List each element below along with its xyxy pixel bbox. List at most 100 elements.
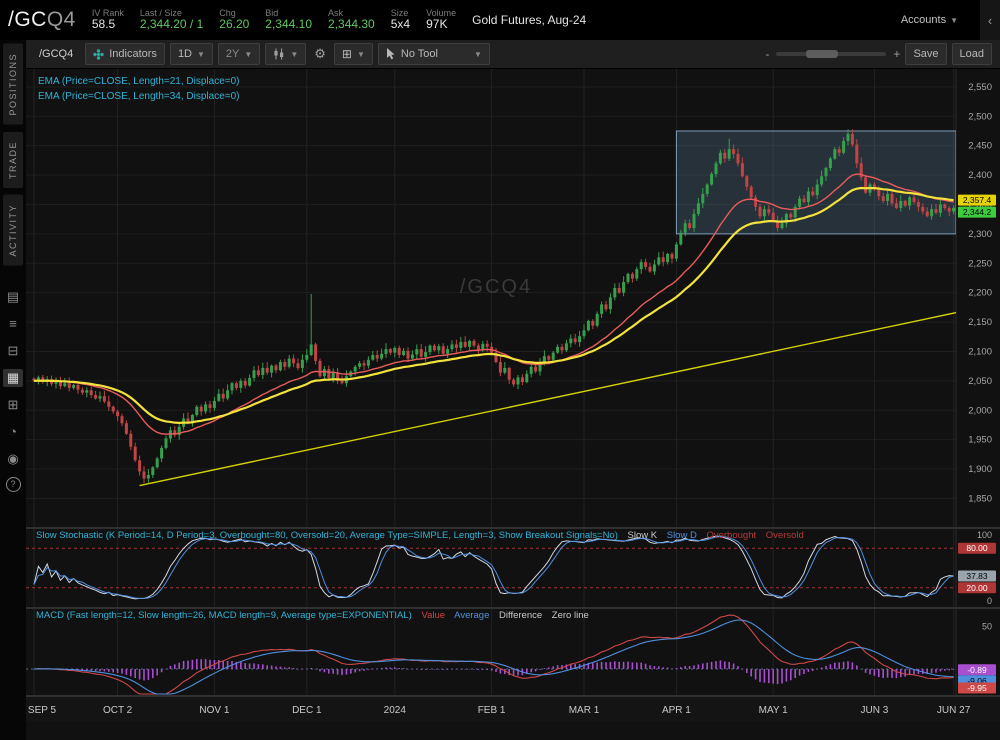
svg-text:50: 50 bbox=[982, 622, 992, 632]
sidebar-tab-activity[interactable]: ACTIVITY bbox=[3, 194, 23, 266]
volume-value: 97K bbox=[426, 17, 448, 32]
chart-icon[interactable]: ▦ bbox=[3, 369, 23, 388]
sidebar-tab-trade[interactable]: TRADE bbox=[3, 131, 23, 188]
svg-text:0: 0 bbox=[987, 596, 992, 606]
svg-text:2,400: 2,400 bbox=[968, 170, 992, 181]
chevron-down-icon: ▼ bbox=[197, 49, 205, 59]
help-icon[interactable]: ? bbox=[5, 477, 21, 493]
svg-text:2,150: 2,150 bbox=[968, 317, 992, 328]
clock-icon[interactable]: ◔ bbox=[3, 423, 23, 441]
chevron-down-icon: ▼ bbox=[244, 49, 253, 59]
chevron-down-icon: ▼ bbox=[950, 15, 958, 25]
chart-canvas[interactable]: 2,5502,5002,4502,4002,3502,3002,2502,200… bbox=[26, 69, 1000, 740]
svg-text:2,100: 2,100 bbox=[968, 346, 992, 357]
axis-badge: 2,357.4 bbox=[958, 194, 996, 206]
svg-text:2,000: 2,000 bbox=[968, 405, 992, 416]
svg-text:2,344.2: 2,344.2 bbox=[963, 207, 992, 217]
chart-type-dropdown[interactable]: ▼ bbox=[265, 43, 307, 65]
svg-text:SEP 5: SEP 5 bbox=[28, 705, 57, 716]
field-ask: Ask 2,344.30 bbox=[328, 8, 375, 32]
range-value: 2Y bbox=[225, 48, 240, 60]
sidebar-icons: ▤ ≡ ⊟ ▦ ⊞ ◔ ◉ ? bbox=[3, 288, 23, 493]
svg-text:1,950: 1,950 bbox=[968, 435, 992, 446]
svg-text:MAY 1: MAY 1 bbox=[759, 705, 789, 716]
monitor-icon[interactable]: ▤ bbox=[3, 288, 23, 306]
trading-app-window: /GCQ4 IV Rank 58.5 Last / Size 2,344.20 … bbox=[0, 0, 1000, 740]
svg-text:MAR 1: MAR 1 bbox=[569, 705, 600, 716]
load-label: Load bbox=[959, 48, 984, 60]
chart-toolbar: /GCQ4 Indicators 1D ▼ 2Y ▼ ▼ ⚙ ⊞ ▼ No To… bbox=[26, 40, 1000, 69]
zoom-control: - + bbox=[765, 47, 900, 61]
save-button[interactable]: Save bbox=[905, 43, 947, 65]
iv-rank-value: 58.5 bbox=[91, 17, 116, 32]
svg-text:2,357.4: 2,357.4 bbox=[963, 195, 992, 205]
svg-text:JUN 27: JUN 27 bbox=[937, 705, 971, 716]
svg-text:2,200: 2,200 bbox=[968, 288, 992, 299]
trade-tab-label: TRADE bbox=[8, 140, 18, 179]
time-axis: SEP 5 OCT 2 NOV 1 DEC 1 2024 FEB 1 MAR 1 APR 1 M… bbox=[26, 697, 1000, 721]
svg-text:2,250: 2,250 bbox=[968, 258, 992, 269]
field-bid: Bid 2,344.10 bbox=[265, 8, 312, 32]
svg-text:/GCQ4: /GCQ4 bbox=[460, 276, 532, 298]
svg-text:1,900: 1,900 bbox=[968, 464, 992, 475]
chart-symbol-tab[interactable]: /GCQ4 bbox=[32, 48, 80, 60]
svg-text:20.00: 20.00 bbox=[966, 583, 988, 593]
svg-text:37.83: 37.83 bbox=[966, 571, 988, 581]
range-dropdown[interactable]: 2Y ▼ bbox=[217, 43, 261, 65]
last-size-value: 2,344.20 / 1 bbox=[139, 17, 204, 32]
svg-text:100: 100 bbox=[977, 530, 992, 540]
svg-text:APR 1: APR 1 bbox=[662, 705, 691, 716]
timeframe-dropdown[interactable]: 1D ▼ bbox=[169, 43, 213, 65]
load-button[interactable]: Load bbox=[951, 43, 992, 65]
gear-icon[interactable]: ⚙ bbox=[311, 46, 329, 62]
symbol-root: /GC bbox=[8, 8, 47, 31]
indicators-button[interactable]: Indicators bbox=[85, 43, 165, 65]
candlestick-icon bbox=[274, 48, 284, 60]
chg-value: 26.20 bbox=[219, 17, 250, 32]
svg-text:-0.89: -0.89 bbox=[967, 665, 987, 675]
save-label: Save bbox=[913, 48, 939, 60]
svg-text:2,500: 2,500 bbox=[968, 111, 992, 122]
axis-badge: 80.00 bbox=[958, 542, 996, 554]
accounts-dropdown[interactable]: Accounts ▼ bbox=[895, 14, 964, 26]
axis-badge: -0.89 bbox=[958, 664, 996, 676]
symbol-title: /GCQ4 bbox=[8, 8, 76, 32]
main-panel: /GCQ4 Indicators 1D ▼ 2Y ▼ ▼ ⚙ ⊞ ▼ No To… bbox=[26, 40, 1000, 740]
grid-icon[interactable]: ⊞ bbox=[3, 396, 23, 414]
watchlist-icon[interactable]: ≡ bbox=[3, 315, 23, 333]
collapse-panel-button[interactable]: ‹ bbox=[980, 0, 1000, 40]
drawing-tool-dropdown[interactable]: No Tool ▼ bbox=[377, 43, 490, 65]
field-iv-rank: IV Rank 58.5 bbox=[92, 8, 124, 32]
flower-icon bbox=[93, 48, 104, 60]
axis-badge: 37.83 bbox=[958, 570, 996, 582]
sidebar: POSITIONS TRADE ACTIVITY ▤ ≡ ⊟ ▦ ⊞ ◔ ◉ ? bbox=[0, 40, 26, 740]
positions-tab-label: POSITIONS bbox=[8, 53, 18, 116]
indicators-label: Indicators bbox=[109, 48, 157, 60]
chevron-down-icon: ▼ bbox=[290, 49, 299, 59]
svg-text:2,550: 2,550 bbox=[968, 82, 992, 93]
svg-text:80.00: 80.00 bbox=[966, 543, 988, 553]
svg-text:JUN 3: JUN 3 bbox=[861, 705, 889, 716]
chevron-left-icon: ‹ bbox=[987, 12, 993, 28]
accounts-label: Accounts bbox=[900, 14, 947, 26]
symbol-suffix: Q4 bbox=[46, 8, 76, 31]
field-chg: Chg 26.20 bbox=[219, 8, 249, 32]
community-icon[interactable]: ◉ bbox=[3, 450, 23, 468]
body-row: POSITIONS TRADE ACTIVITY ▤ ≡ ⊟ ▦ ⊞ ◔ ◉ ?… bbox=[0, 40, 1000, 740]
zoom-out-button[interactable]: - bbox=[765, 47, 769, 61]
svg-text:-9.95: -9.95 bbox=[967, 683, 987, 693]
svg-text:2024: 2024 bbox=[384, 705, 407, 716]
zoom-slider[interactable] bbox=[776, 50, 887, 58]
zoom-in-button[interactable]: + bbox=[893, 47, 900, 61]
size-value: 5x4 bbox=[390, 17, 411, 32]
box-icon[interactable]: ⊟ bbox=[3, 342, 23, 360]
timeframe-value: 1D bbox=[177, 48, 192, 60]
grid-layout-dropdown[interactable]: ⊞ ▼ bbox=[333, 43, 373, 65]
grid-layout-icon: ⊞ bbox=[341, 47, 352, 61]
zoom-slider-thumb[interactable] bbox=[806, 50, 839, 58]
sidebar-tab-positions[interactable]: POSITIONS bbox=[3, 44, 23, 125]
cursor-icon bbox=[386, 48, 395, 60]
selection-box bbox=[675, 130, 956, 235]
svg-text:1,850: 1,850 bbox=[968, 493, 992, 504]
chart-area[interactable]: 2,5502,5002,4502,4002,3502,3002,2502,200… bbox=[26, 69, 1000, 740]
